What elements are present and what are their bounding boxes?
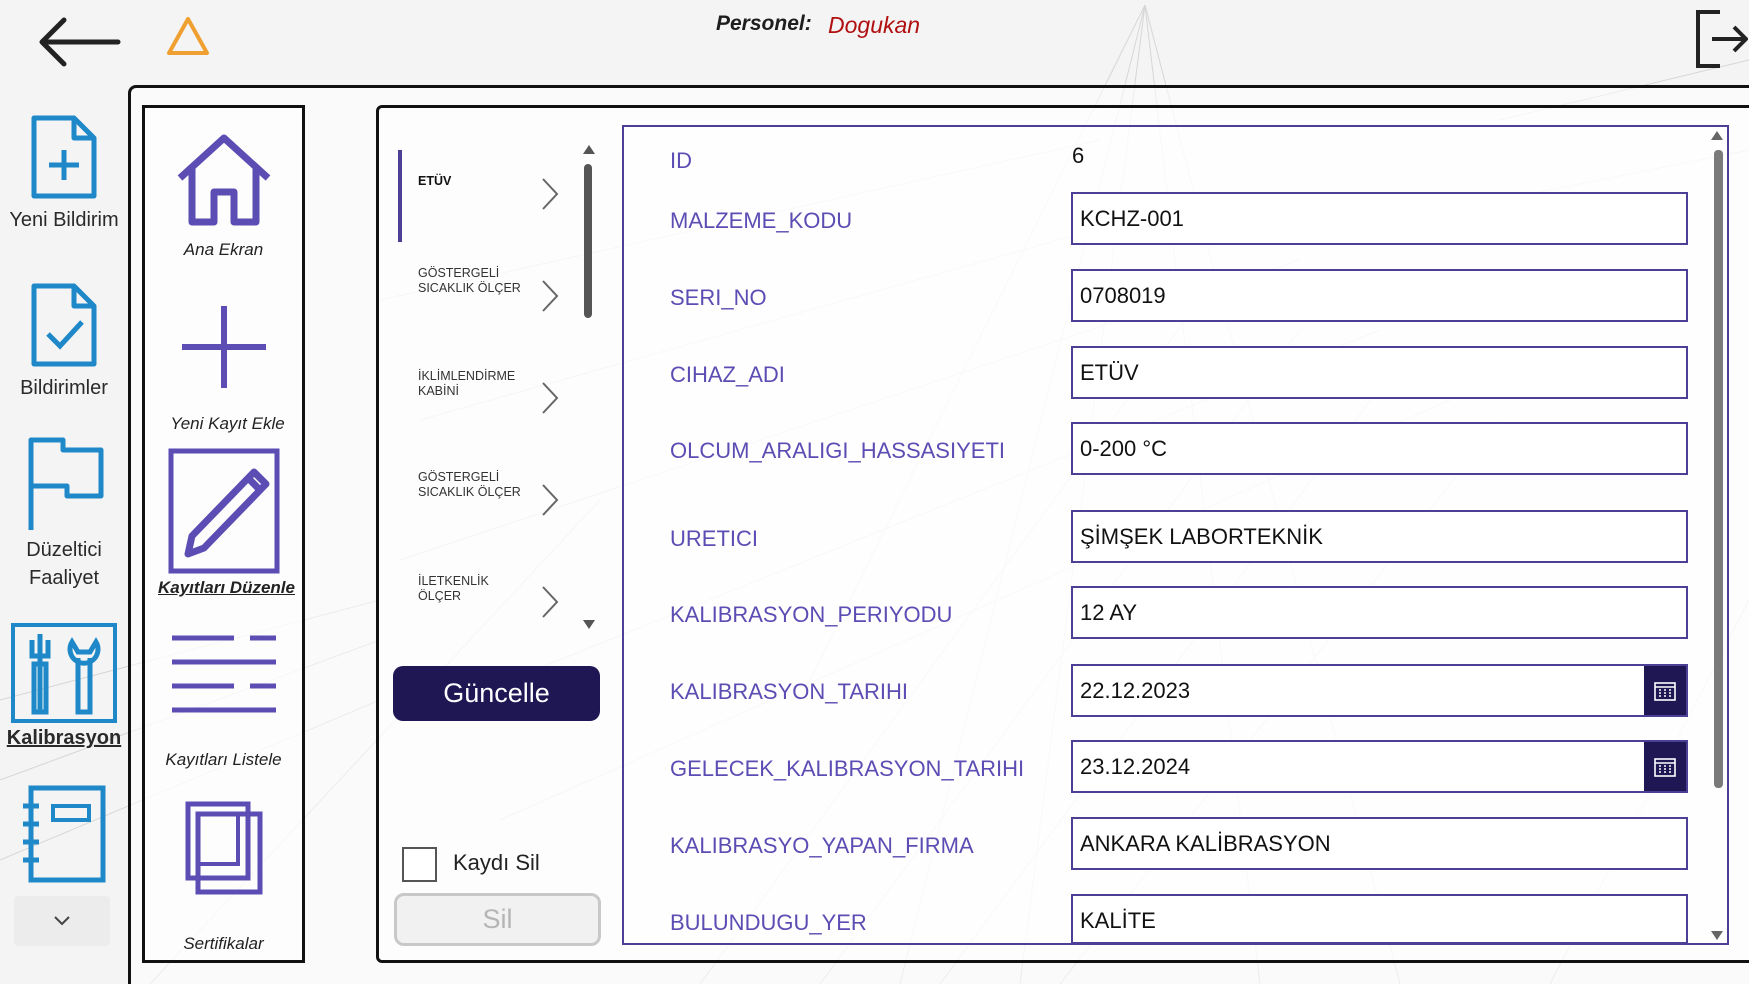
field-label: URETICI xyxy=(670,526,758,551)
nav-item-label: Yeni Kayıt Ekle xyxy=(170,414,285,433)
kalibrasyon-yapan-firma-input[interactable]: ANKARA KALİBRASYON xyxy=(1071,817,1688,870)
field-label: GELECEK_KALIBRASYON_TARIHI xyxy=(670,756,1025,781)
gallery-item[interactable]: İKLİMLENDİRME KABİNİ xyxy=(392,344,582,446)
gallery-scrollbar-thumb[interactable] xyxy=(584,164,592,318)
bulundugu-yer-input[interactable]: KALİTE xyxy=(1071,894,1688,944)
gallery-item[interactable]: GÖSTERGELİ SICAKLIK ÖLÇER xyxy=(392,446,582,548)
gallery-item-title: İKLİMLENDİRME KABİNİ xyxy=(418,369,516,398)
chevron-right-icon xyxy=(542,280,559,312)
uretici-input[interactable]: ŞİMŞEK LABORTEKNİK xyxy=(1071,510,1688,563)
rail-item-kalibrasyon[interactable]: Kalibrasyon xyxy=(0,622,128,752)
date-value: 22.12.2023 xyxy=(1080,678,1191,703)
delete-checkbox-label: Kaydı Sil xyxy=(453,850,540,875)
nav-item-kayitlari-listele[interactable]: Kayıtları Listele xyxy=(142,632,305,770)
edit-icon xyxy=(168,448,279,574)
flag-icon xyxy=(28,437,104,530)
gelecek-kalibrasyon-tarihi-datepicker[interactable]: 23.12.2024 xyxy=(1071,740,1688,793)
form-scrollbar-thumb[interactable] xyxy=(1714,150,1723,788)
gallery-item[interactable]: İLETKENLİK ÖLÇER xyxy=(392,548,582,640)
rail-item-label: Bildirimler xyxy=(20,377,108,399)
list-icon xyxy=(171,635,276,713)
file-check-icon xyxy=(31,283,97,367)
chevron-right-icon xyxy=(542,178,559,210)
plus-icon xyxy=(181,306,266,388)
kalibrasyon-tarihi-datepicker[interactable]: 22.12.2023 xyxy=(1071,664,1688,717)
nav-item-label: Kayıtları Düzenle xyxy=(158,578,295,597)
notebook-icon xyxy=(23,785,106,883)
cihaz-adi-input[interactable]: ETÜV xyxy=(1071,346,1688,399)
personel-name: Dogukan xyxy=(828,12,921,38)
rail-item-notebook[interactable] xyxy=(0,784,128,884)
selected-indicator xyxy=(398,150,402,242)
gallery-scroll-up-arrow[interactable] xyxy=(583,145,595,154)
date-value: 23.12.2024 xyxy=(1080,754,1191,779)
field-label: CIHAZ_ADI xyxy=(670,362,785,387)
nav-item-label: Sertifikalar xyxy=(183,934,264,953)
field-label: SERI_NO xyxy=(670,285,767,310)
rail-item-duzeltici-faaliyet[interactable]: Düzeltici Faaliyet xyxy=(0,436,128,592)
nav-item-label: Kayıtları Listele xyxy=(165,750,282,769)
field-label: KALIBRASYO_YAPAN_FIRMA xyxy=(670,833,974,858)
calendar-button[interactable] xyxy=(1644,666,1686,715)
gallery-item[interactable]: ETÜV xyxy=(392,140,582,242)
rail-item-label: Yeni Bildirim xyxy=(9,209,119,231)
field-value-id: 6 xyxy=(1072,143,1085,168)
rail-item-bildirimler[interactable]: Bildirimler xyxy=(0,282,128,402)
logout-icon[interactable] xyxy=(1690,8,1748,70)
calendar-icon xyxy=(1654,757,1676,777)
chevron-right-icon xyxy=(542,586,559,618)
rail-item-yeni-bildirim[interactable]: Yeni Bildirim xyxy=(0,114,128,234)
update-button[interactable]: Güncelle xyxy=(393,666,600,721)
gallery-item-title: İLETKENLİK ÖLÇER xyxy=(418,574,489,603)
form-scroll-up-arrow[interactable] xyxy=(1711,131,1723,140)
copy-icon xyxy=(185,801,262,895)
rail-item-label: Kalibrasyon xyxy=(6,727,122,749)
home-icon xyxy=(177,134,270,226)
warning-icon xyxy=(167,17,209,55)
field-label: BULUNDUGU_YER xyxy=(670,910,867,935)
seri-no-input[interactable]: 0708019 xyxy=(1071,269,1688,322)
field-label-id: ID xyxy=(670,148,692,173)
tools-icon xyxy=(11,623,117,723)
rail-scroll-down-button[interactable] xyxy=(14,896,110,946)
field-label: KALIBRASYON_PERIYODU xyxy=(670,602,953,627)
field-label: MALZEME_KODU xyxy=(670,208,853,233)
gallery-scroll-down-arrow[interactable] xyxy=(583,620,595,629)
chevron-down-icon xyxy=(54,916,70,926)
calendar-icon xyxy=(1654,681,1676,701)
personel-label: Personel: xyxy=(716,12,812,35)
nav-item-yeni-kayit-ekle[interactable]: Yeni Kayıt Ekle xyxy=(142,304,305,434)
nav-item-sertifikalar[interactable]: Sertifikalar xyxy=(142,800,305,954)
malzeme-kodu-input[interactable]: KCHZ-001 xyxy=(1071,192,1688,245)
back-arrow-icon[interactable] xyxy=(36,14,122,70)
kalibrasyon-periyodu-input[interactable]: 12 AY xyxy=(1071,586,1688,639)
record-gallery: ETÜV GÖSTERGELİ SICAKLIK ÖLÇER İKLİMLEND… xyxy=(392,130,602,640)
delete-checkbox[interactable] xyxy=(402,847,437,882)
gallery-item[interactable]: GÖSTERGELİ SICAKLIK ÖLÇER xyxy=(392,242,582,344)
olcum-araligi-input[interactable]: 0-200 °C xyxy=(1071,422,1688,475)
field-label: OLCUM_ARALIGI_HASSASIYETI xyxy=(670,438,1005,463)
chevron-right-icon xyxy=(542,484,559,516)
gallery-item-title: GÖSTERGELİ SICAKLIK ÖLÇER xyxy=(418,266,521,295)
calendar-button[interactable] xyxy=(1644,742,1686,791)
delete-button[interactable]: Sil xyxy=(394,893,601,946)
nav-item-ana-ekran[interactable]: Ana Ekran xyxy=(142,134,305,260)
field-label: KALIBRASYON_TARIHI xyxy=(670,679,908,704)
rail-item-label: Düzeltici Faaliyet xyxy=(26,539,102,589)
chevron-right-icon xyxy=(542,382,559,414)
nav-item-kayitlari-duzenle[interactable]: Kayıtları Düzenle xyxy=(142,448,305,598)
nav-item-label: Ana Ekran xyxy=(183,240,264,259)
form-scroll-down-arrow[interactable] xyxy=(1711,931,1723,940)
gallery-item-title: GÖSTERGELİ SICAKLIK ÖLÇER xyxy=(418,470,521,499)
gallery-item-title: ETÜV xyxy=(418,174,452,188)
file-add-icon xyxy=(31,115,97,199)
